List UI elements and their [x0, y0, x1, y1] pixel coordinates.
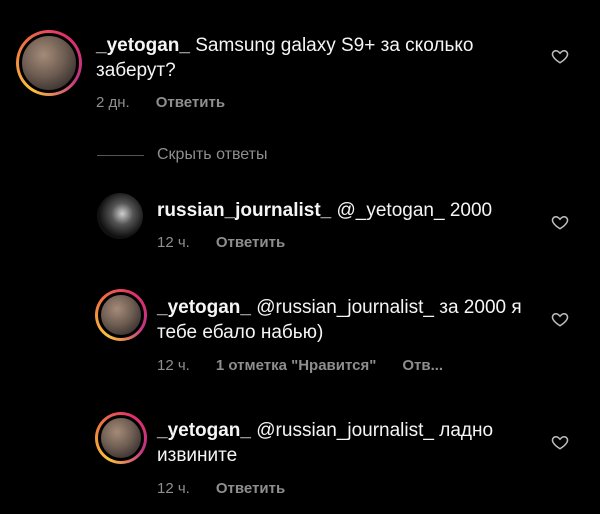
reply-button[interactable]: Отв... [402, 357, 443, 374]
divider-line [97, 155, 144, 156]
heart-outline-icon[interactable] [551, 47, 569, 65]
comment-time: 12 ч. [157, 357, 190, 374]
avatar[interactable] [16, 30, 82, 96]
comment-text: _yetogan_ @russian_journalist_ ладно изв… [157, 418, 527, 468]
comment-meta: 2 дн. Ответить [96, 94, 225, 111]
avatar[interactable] [95, 289, 147, 341]
comment-time: 12 ч. [157, 480, 190, 497]
comment-username[interactable]: _yetogan_ [96, 35, 190, 56]
likes-count-button[interactable]: 1 отметка "Нравится" [216, 357, 377, 374]
reply-button[interactable]: Ответить [216, 234, 285, 251]
avatar[interactable] [97, 193, 143, 239]
hide-replies-button[interactable]: Скрыть ответы [157, 146, 267, 164]
comment-text: _yetogan_ Samsung galaxy S9+ за сколько … [96, 33, 536, 83]
avatar[interactable] [95, 412, 147, 464]
comment-text: _yetogan_ @russian_journalist_ за 2000 я… [157, 295, 527, 345]
heart-outline-icon[interactable] [551, 213, 569, 231]
comment-time: 2 дн. [96, 94, 130, 111]
comment-username[interactable]: _yetogan_ [157, 297, 251, 318]
comment-username[interactable]: russian_journalist_ [157, 200, 331, 221]
reply-button[interactable]: Ответить [216, 480, 285, 497]
comment-meta: 12 ч. 1 отметка "Нравится" Отв... [157, 357, 443, 374]
comment-body: @_yetogan_ 2000 [331, 200, 493, 221]
reply-button[interactable]: Ответить [156, 94, 225, 111]
heart-outline-icon[interactable] [551, 310, 569, 328]
comment-username[interactable]: _yetogan_ [157, 420, 251, 441]
heart-outline-icon[interactable] [551, 433, 569, 451]
comment-text: russian_journalist_ @_yetogan_ 2000 [157, 198, 537, 223]
comment-meta: 12 ч. Ответить [157, 234, 285, 251]
comment-time: 12 ч. [157, 234, 190, 251]
comment-meta: 12 ч. Ответить [157, 480, 285, 497]
